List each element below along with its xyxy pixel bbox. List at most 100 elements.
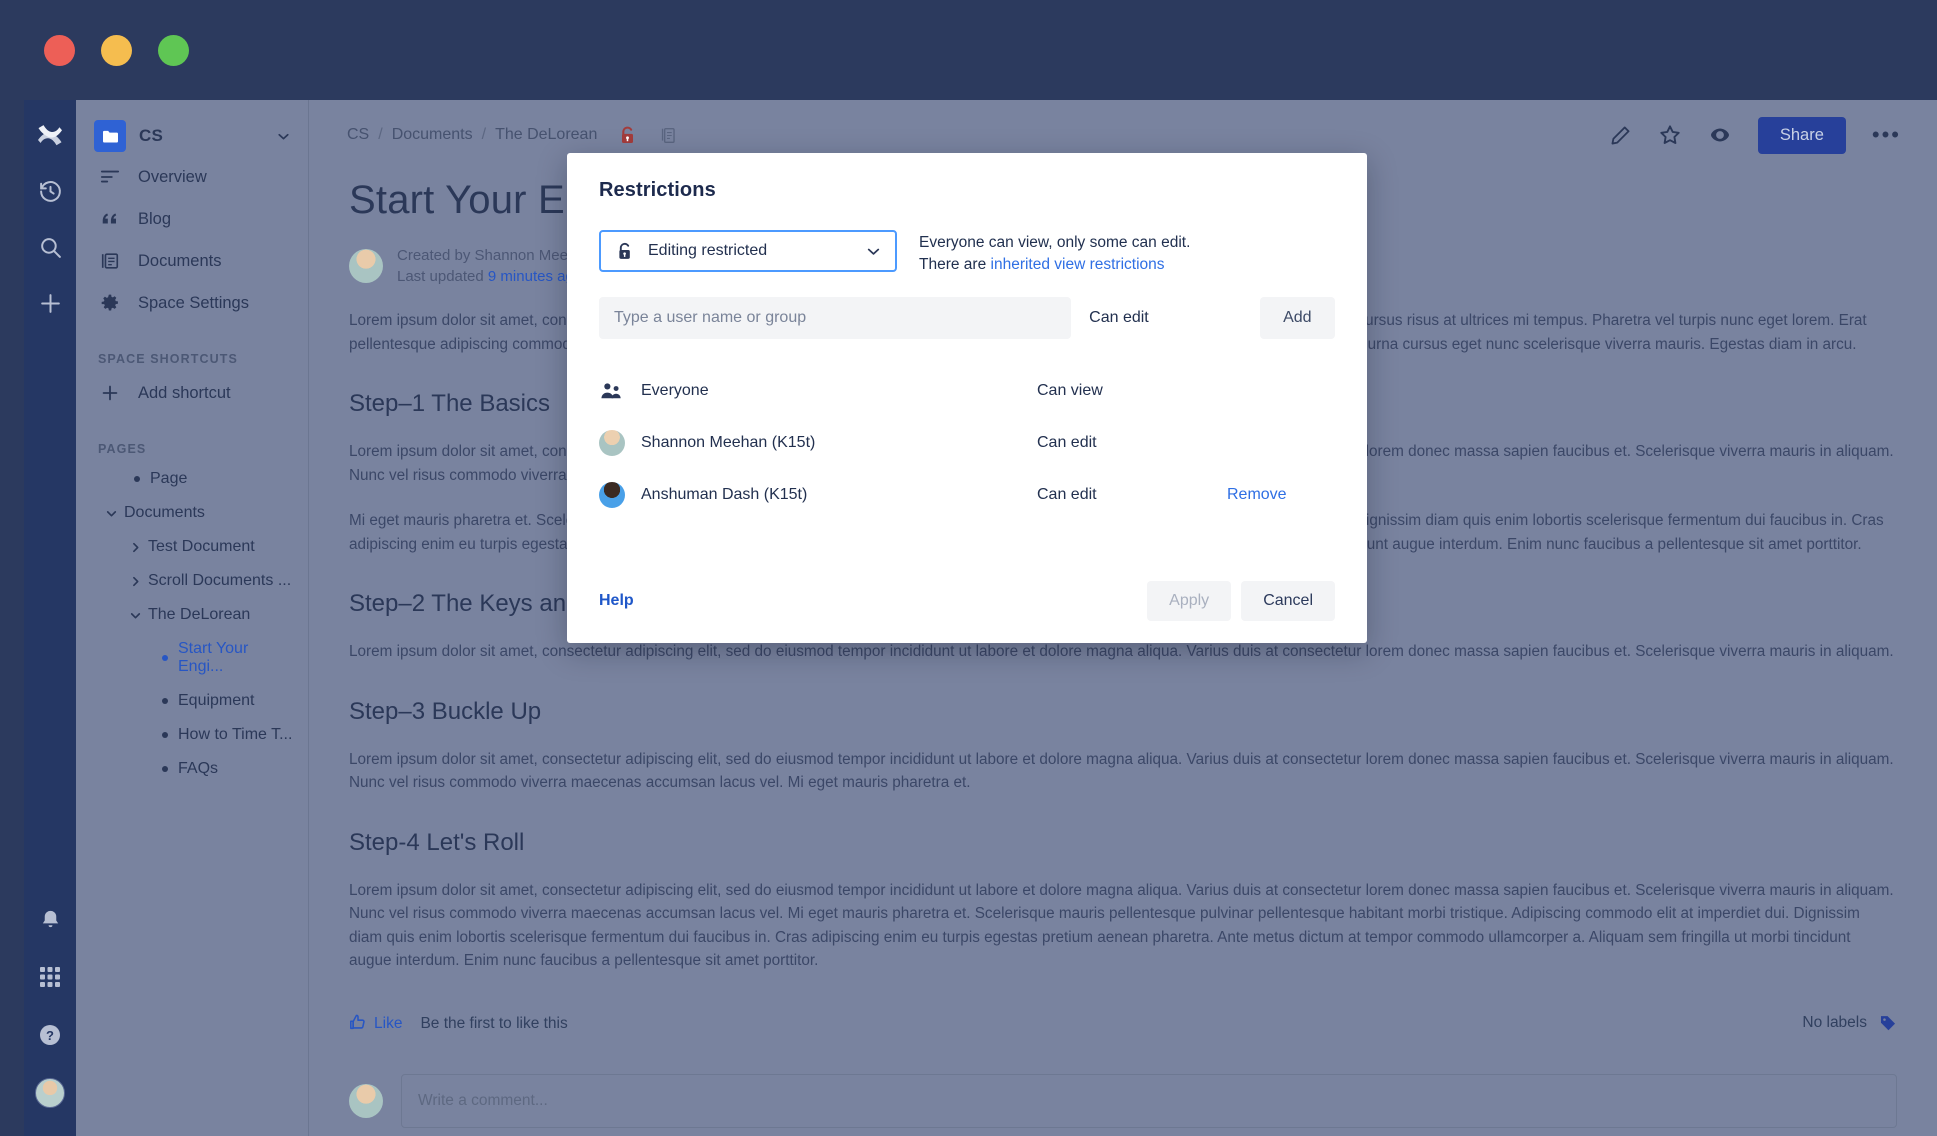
remove-permission-button[interactable]: Remove [1227, 486, 1287, 504]
chevron-right-icon[interactable] [122, 575, 148, 588]
section-3-paragraph-1: Lorem ipsum dolor sit amet, consectetur … [349, 750, 1894, 792]
sidebar-item-overview[interactable]: Overview [76, 156, 308, 198]
unlocked-padlock-icon [615, 241, 634, 262]
minimize-window-button[interactable] [101, 35, 132, 66]
dialog-footer-buttons: Apply Cancel [1147, 581, 1335, 621]
like-button[interactable]: Like [349, 1013, 402, 1036]
sidebar-item-space-settings[interactable]: Space Settings [76, 282, 308, 324]
labels-row[interactable]: No labels [349, 1014, 1897, 1032]
tag-icon[interactable] [1879, 1014, 1897, 1032]
edit-pencil-icon[interactable] [1609, 124, 1632, 147]
dialog-title: Restrictions [599, 179, 716, 201]
bullet-icon [152, 655, 178, 661]
permission-row-shannon-meehan: Shannon Meehan (K15t) Can edit [599, 417, 1335, 469]
section-2-paragraph-1: Lorem ipsum dolor sit amet, consectetur … [349, 643, 1894, 660]
rail-bottom-icons: ? [35, 904, 65, 1136]
help-icon[interactable]: ? [35, 1020, 65, 1050]
permission-subject-name: Anshuman Dash (K15t) [641, 486, 808, 503]
add-button[interactable]: Add [1259, 297, 1335, 339]
restriction-hint-line-2-prefix: There are [919, 255, 987, 273]
chevron-right-icon[interactable] [122, 541, 148, 554]
profile-avatar[interactable] [35, 1078, 65, 1108]
permission-row-anshuman-dash: Anshuman Dash (K15t) Can edit Remove [599, 469, 1335, 521]
bullet-icon [152, 698, 178, 704]
sidebar-item-documents[interactable]: Documents [76, 240, 308, 282]
breadcrumb-item-documents[interactable]: Documents [392, 126, 473, 144]
confluence-logo-icon[interactable] [35, 120, 65, 150]
bullet-icon [152, 766, 178, 772]
labels-text: No labels [1802, 1013, 1867, 1031]
zoom-window-button[interactable] [158, 35, 189, 66]
user-avatar [599, 430, 641, 456]
permission-level[interactable]: Can edit [1037, 486, 1227, 504]
comment-input[interactable]: Write a comment... [401, 1073, 1897, 1128]
pages-heading: PAGES [98, 442, 147, 456]
page-tree-label: Start Your Engi... [178, 640, 249, 675]
sidebar-item-blog[interactable]: Blog [76, 198, 308, 240]
sidebar-item-label: Documents [138, 251, 222, 270]
page-tree-item-documents[interactable]: Documents [76, 496, 308, 530]
page-tree-item-the-delorean[interactable]: The DeLorean [76, 598, 308, 632]
dialog-footer: Help Apply Cancel [599, 581, 1335, 621]
chevron-down-icon[interactable] [275, 128, 292, 145]
chevron-down-icon[interactable] [864, 242, 883, 261]
watch-star-icon[interactable] [1658, 123, 1682, 147]
breadcrumb-item-cs[interactable]: CS [347, 126, 369, 144]
share-button[interactable]: Share [1757, 116, 1846, 154]
chevron-down-icon[interactable] [98, 507, 124, 520]
apply-button[interactable]: Apply [1147, 581, 1232, 621]
close-window-button[interactable] [44, 35, 75, 66]
author-avatar [349, 249, 383, 283]
restriction-level-select[interactable]: Editing restricted [599, 230, 897, 272]
page-copy-icon[interactable] [660, 126, 677, 145]
breadcrumb-item-the-delorean[interactable]: The DeLorean [495, 126, 597, 144]
permission-row-everyone: Everyone Can view [599, 365, 1335, 417]
sidebar-item-label: Space Settings [138, 293, 249, 312]
breadcrumb-separator: / [481, 126, 487, 143]
page-tree-item-faqs[interactable]: FAQs [76, 752, 308, 786]
permission-level[interactable]: Can edit [1037, 434, 1227, 452]
breadcrumb: CS / Documents / The DeLorean [347, 125, 677, 146]
user-avatar [599, 482, 641, 508]
bullet-icon [124, 476, 150, 482]
section-4-paragraph-1: Lorem ipsum dolor sit amet, consectetur … [349, 881, 1894, 970]
recent-history-icon[interactable] [35, 176, 65, 206]
notifications-bell-icon[interactable] [35, 904, 65, 934]
help-link[interactable]: Help [599, 592, 634, 610]
space-sidebar: CS Overview Blog Documents Space Setting… [76, 100, 309, 1136]
page-tree-item-start-your-engines[interactable]: Start Your Engi... [76, 632, 308, 684]
window-titlebar [0, 0, 1937, 100]
app-switcher-icon[interactable] [35, 962, 65, 992]
permission-level[interactable]: Can view [1037, 382, 1227, 400]
svg-text:?: ? [46, 1028, 54, 1043]
page-tree-item-page[interactable]: Page [76, 462, 308, 496]
sidebar-item-label: Overview [138, 167, 207, 186]
more-options-icon[interactable]: ••• [1872, 124, 1901, 146]
user-group-search-input[interactable] [599, 297, 1072, 339]
space-header[interactable]: CS [76, 100, 308, 156]
app-window: ? CS Overview Blog Documents Space Setti… [0, 0, 1937, 1136]
page-tree-item-test-document[interactable]: Test Document [76, 530, 308, 564]
chevron-down-icon[interactable] [122, 609, 148, 622]
search-icon[interactable] [35, 232, 65, 262]
page-tree-item-scroll-documents[interactable]: Scroll Documents ... [76, 564, 308, 598]
space-shortcuts-heading: SPACE SHORTCUTS [98, 352, 238, 366]
page-tree-item-equipment[interactable]: Equipment [76, 684, 308, 718]
inherited-view-restrictions-link[interactable]: inherited view restrictions [991, 256, 1165, 273]
restrictions-dialog: Restrictions Editing restricted Everyone… [567, 153, 1367, 643]
page-tree-item-how-to-time-travel[interactable]: How to Time T... [76, 718, 308, 752]
page-tree-label: Scroll Documents ... [148, 572, 292, 589]
watch-eye-icon[interactable] [1708, 123, 1732, 147]
create-plus-icon[interactable] [35, 288, 65, 318]
permission-subject-name: Shannon Meehan (K15t) [641, 434, 816, 451]
add-shortcut-button[interactable]: Add shortcut [76, 372, 308, 414]
permission-list: Everyone Can view Shannon Meehan (K15t) … [599, 365, 1335, 521]
section-heading-4: Step-4 Let's Roll [349, 828, 525, 856]
restriction-hint: Everyone can view, only some can edit. T… [919, 230, 1190, 275]
breadcrumb-separator: / [378, 126, 383, 143]
thumbs-up-icon [349, 1013, 367, 1036]
window-traffic-lights [44, 35, 189, 66]
restricted-lock-icon[interactable] [618, 125, 637, 146]
add-permission-select[interactable]: Can edit [1071, 309, 1260, 327]
cancel-button[interactable]: Cancel [1241, 581, 1335, 621]
